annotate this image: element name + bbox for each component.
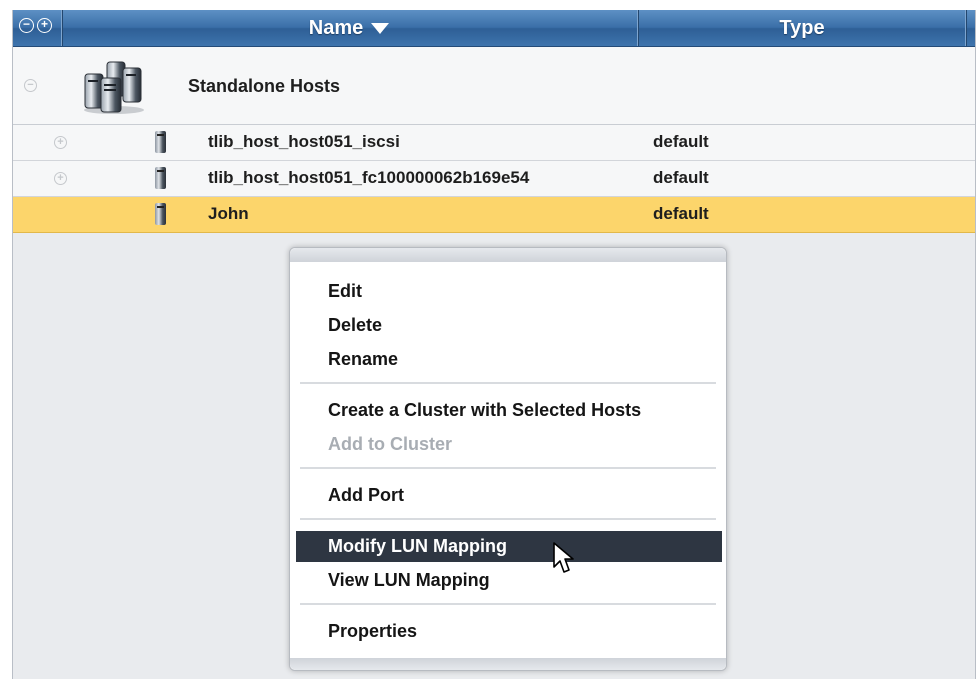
collapse-all-icon[interactable]: − [19, 18, 34, 33]
column-header-name[interactable]: Name [61, 10, 637, 46]
host-name: tlib_host_host051_iscsi [208, 132, 400, 151]
menu-item-create-cluster[interactable]: Create a Cluster with Selected Hosts [296, 395, 722, 426]
mouse-pointer-icon [553, 542, 574, 573]
expand-row-icon[interactable]: + [54, 136, 67, 149]
menu-separator [300, 382, 716, 385]
menu-separator [300, 518, 716, 521]
collapse-group-icon[interactable]: − [24, 79, 37, 92]
server-icon [155, 167, 166, 189]
menu-separator [300, 603, 716, 606]
host-type: default [653, 132, 709, 151]
menu-item-edit[interactable]: Edit [296, 276, 722, 307]
expand-all-icon[interactable]: + [37, 18, 52, 33]
server-cluster-icon [84, 61, 144, 114]
menu-item-modify-lun-mapping[interactable]: Modify LUN Mapping [296, 531, 722, 562]
server-icon [155, 131, 166, 153]
server-icon [155, 203, 166, 225]
context-menu: Edit Delete Rename Create a Cluster with… [289, 247, 727, 671]
menu-separator [300, 467, 716, 470]
table-row[interactable]: + tlib_host_host051_iscsi default [13, 125, 975, 161]
menu-bottom-bar [290, 658, 726, 670]
group-row-standalone-hosts[interactable]: − Standalone Hosts [13, 47, 975, 125]
column-header-name-label: Name [308, 17, 364, 39]
column-header-type-label: Type [779, 17, 825, 39]
host-type: default [653, 168, 709, 187]
menu-item-rename[interactable]: Rename [296, 344, 722, 375]
column-header-type[interactable]: Type [638, 10, 966, 46]
group-label: Standalone Hosts [188, 76, 341, 96]
menu-top-bar [290, 248, 726, 262]
table-row-selected[interactable]: John default [13, 197, 975, 233]
menu-item-view-lun-mapping[interactable]: View LUN Mapping [296, 565, 722, 596]
host-type: default [653, 204, 709, 223]
menu-item-delete[interactable]: Delete [296, 310, 722, 341]
table-header: − + Name Type [13, 10, 975, 47]
menu-item-properties[interactable]: Properties [296, 616, 722, 647]
host-name: John [208, 204, 249, 223]
host-name: tlib_host_host051_fc100000062b169e54 [208, 168, 530, 187]
sort-descending-icon [371, 23, 390, 35]
table-row[interactable]: + tlib_host_host051_fc100000062b169e54 d… [13, 161, 975, 197]
menu-item-add-to-cluster: Add to Cluster [328, 434, 452, 454]
menu-item-add-port[interactable]: Add Port [296, 480, 722, 511]
expand-row-icon[interactable]: + [54, 172, 67, 185]
header-divider [965, 10, 966, 46]
